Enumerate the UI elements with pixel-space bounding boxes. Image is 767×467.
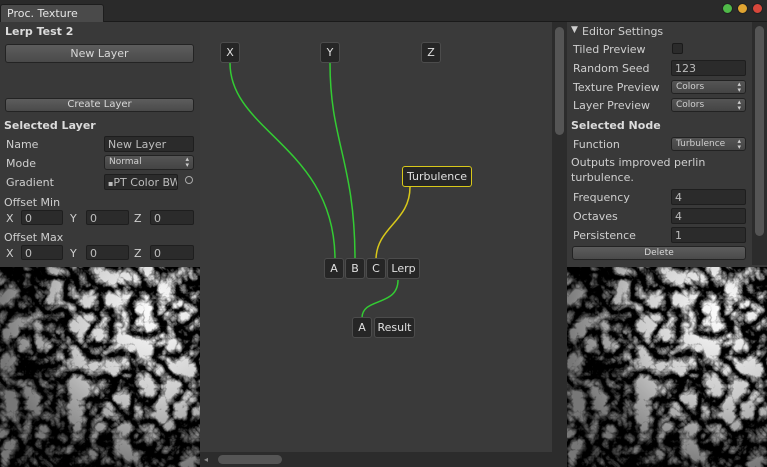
wire-x-to-a bbox=[229, 62, 336, 261]
offset-max-x-label: X bbox=[6, 247, 14, 260]
dropdown-arrows-icon: ▴ ▾ bbox=[737, 98, 741, 112]
canvas-vertical-scroll-thumb[interactable] bbox=[555, 27, 564, 135]
node-x[interactable]: X bbox=[220, 42, 240, 63]
editor-settings-title[interactable]: Editor Settings bbox=[582, 25, 663, 38]
texture-preview-dropdown[interactable]: Colors ▴ ▾ bbox=[671, 80, 746, 94]
name-label: Name bbox=[6, 138, 39, 151]
tab-proc-texture[interactable]: Proc. Texture bbox=[0, 4, 104, 22]
offset-min-y-field[interactable]: 0 bbox=[86, 210, 129, 225]
close-icon[interactable] bbox=[752, 3, 763, 14]
offset-min-z-label: Z bbox=[134, 212, 142, 225]
mode-label: Mode bbox=[6, 157, 36, 170]
frequency-field[interactable]: 4 bbox=[671, 189, 746, 205]
minimize-icon[interactable] bbox=[722, 3, 733, 14]
function-value: Turbulence bbox=[676, 139, 726, 149]
octaves-label: Octaves bbox=[573, 210, 618, 223]
wire-lerp-to-result bbox=[361, 279, 399, 319]
octaves-field[interactable]: 4 bbox=[671, 208, 746, 224]
mode-value: Normal bbox=[109, 157, 142, 167]
canvas-vertical-scrollbar[interactable] bbox=[552, 22, 567, 467]
random-seed-field[interactable]: 123 bbox=[671, 60, 746, 76]
node-y[interactable]: Y bbox=[320, 42, 340, 63]
lerp-input-c[interactable]: C bbox=[366, 258, 386, 279]
lerp-input-b[interactable]: B bbox=[345, 258, 365, 279]
node-lerp[interactable]: Lerp bbox=[387, 258, 420, 279]
right-panel-scroll-thumb[interactable] bbox=[755, 26, 764, 236]
persistence-label: Persistence bbox=[573, 229, 636, 242]
texture-preview-image bbox=[567, 267, 767, 467]
random-seed-label: Random Seed bbox=[573, 62, 650, 75]
lerp-input-a[interactable]: A bbox=[324, 258, 344, 279]
offset-min-label: Offset Min bbox=[4, 196, 61, 209]
frequency-label: Frequency bbox=[573, 191, 630, 204]
offset-max-y-field[interactable]: 0 bbox=[86, 245, 129, 260]
collapse-triangle-icon[interactable]: ▼ bbox=[571, 25, 578, 35]
selected-layer-title: Selected Layer bbox=[4, 119, 96, 132]
layer-preview-image bbox=[0, 267, 200, 467]
dropdown-arrows-icon: ▴ ▾ bbox=[737, 80, 741, 94]
node-description: Outputs improved perlin turbulence. bbox=[571, 156, 706, 184]
offset-min-y-label: Y bbox=[70, 212, 77, 225]
texture-name: Lerp Test 2 bbox=[5, 25, 74, 38]
gradient-label: Gradient bbox=[6, 176, 54, 189]
node-graph-canvas[interactable]: X Y Z Turbulence A B C Lerp A Result ◂ bbox=[200, 22, 567, 467]
offset-max-label: Offset Max bbox=[4, 231, 64, 244]
layer-preview-label: Layer Preview bbox=[573, 99, 650, 112]
create-layer-button[interactable]: Create Layer bbox=[5, 98, 194, 112]
maximize-icon[interactable] bbox=[737, 3, 748, 14]
offset-min-x-field[interactable]: 0 bbox=[21, 210, 63, 225]
new-layer-button[interactable]: New Layer bbox=[5, 44, 194, 63]
offset-max-x-field[interactable]: 0 bbox=[21, 245, 63, 260]
mode-dropdown[interactable]: Normal ▴ ▾ bbox=[104, 155, 194, 170]
wire-y-to-b bbox=[329, 62, 356, 261]
left-panel: Lerp Test 2 New Layer Create Layer Selec… bbox=[0, 22, 200, 467]
offset-min-x-label: X bbox=[6, 212, 14, 225]
canvas-horizontal-scroll-thumb[interactable] bbox=[218, 455, 282, 464]
dropdown-arrows-icon: ▴ ▾ bbox=[737, 137, 741, 151]
gradient-value: PT Color BW bbox=[113, 176, 178, 189]
connection-wires bbox=[229, 62, 411, 319]
offset-min-z-field[interactable]: 0 bbox=[150, 210, 194, 225]
tiled-preview-label: Tiled Preview bbox=[573, 43, 646, 56]
offset-max-z-label: Z bbox=[134, 247, 142, 260]
offset-max-z-field[interactable]: 0 bbox=[150, 245, 194, 260]
tab-bar: Proc. Texture bbox=[0, 0, 767, 22]
node-z[interactable]: Z bbox=[421, 42, 441, 63]
offset-max-y-label: Y bbox=[70, 247, 77, 260]
right-panel: ▼ Editor Settings Tiled Preview Random S… bbox=[567, 22, 767, 467]
node-result[interactable]: Result bbox=[374, 317, 415, 338]
function-label: Function bbox=[573, 138, 620, 151]
texture-preview-label: Texture Preview bbox=[573, 81, 660, 94]
function-dropdown[interactable]: Turbulence ▴ ▾ bbox=[671, 137, 746, 151]
layer-preview-dropdown[interactable]: Colors ▴ ▾ bbox=[671, 98, 746, 112]
right-panel-scrollbar[interactable] bbox=[752, 22, 767, 265]
wire-turbulence-to-c bbox=[375, 186, 411, 261]
result-input-a[interactable]: A bbox=[352, 317, 372, 338]
scroll-left-arrow-icon[interactable]: ◂ bbox=[204, 455, 208, 464]
object-picker-icon[interactable] bbox=[185, 176, 193, 184]
selected-node-title: Selected Node bbox=[571, 119, 661, 132]
layer-preview-value: Colors bbox=[676, 100, 705, 110]
persistence-field[interactable]: 1 bbox=[671, 227, 746, 243]
dropdown-arrows-icon: ▴ ▾ bbox=[185, 155, 189, 169]
tiled-preview-checkbox[interactable] bbox=[672, 43, 683, 54]
canvas-horizontal-scrollbar[interactable]: ◂ bbox=[200, 452, 552, 467]
delete-node-button[interactable]: Delete bbox=[572, 246, 746, 260]
node-turbulence[interactable]: Turbulence bbox=[402, 166, 472, 187]
texture-preview-value: Colors bbox=[676, 82, 705, 92]
name-field[interactable]: New Layer bbox=[104, 136, 194, 152]
gradient-field[interactable]: ▪PT Color BW bbox=[104, 174, 178, 190]
